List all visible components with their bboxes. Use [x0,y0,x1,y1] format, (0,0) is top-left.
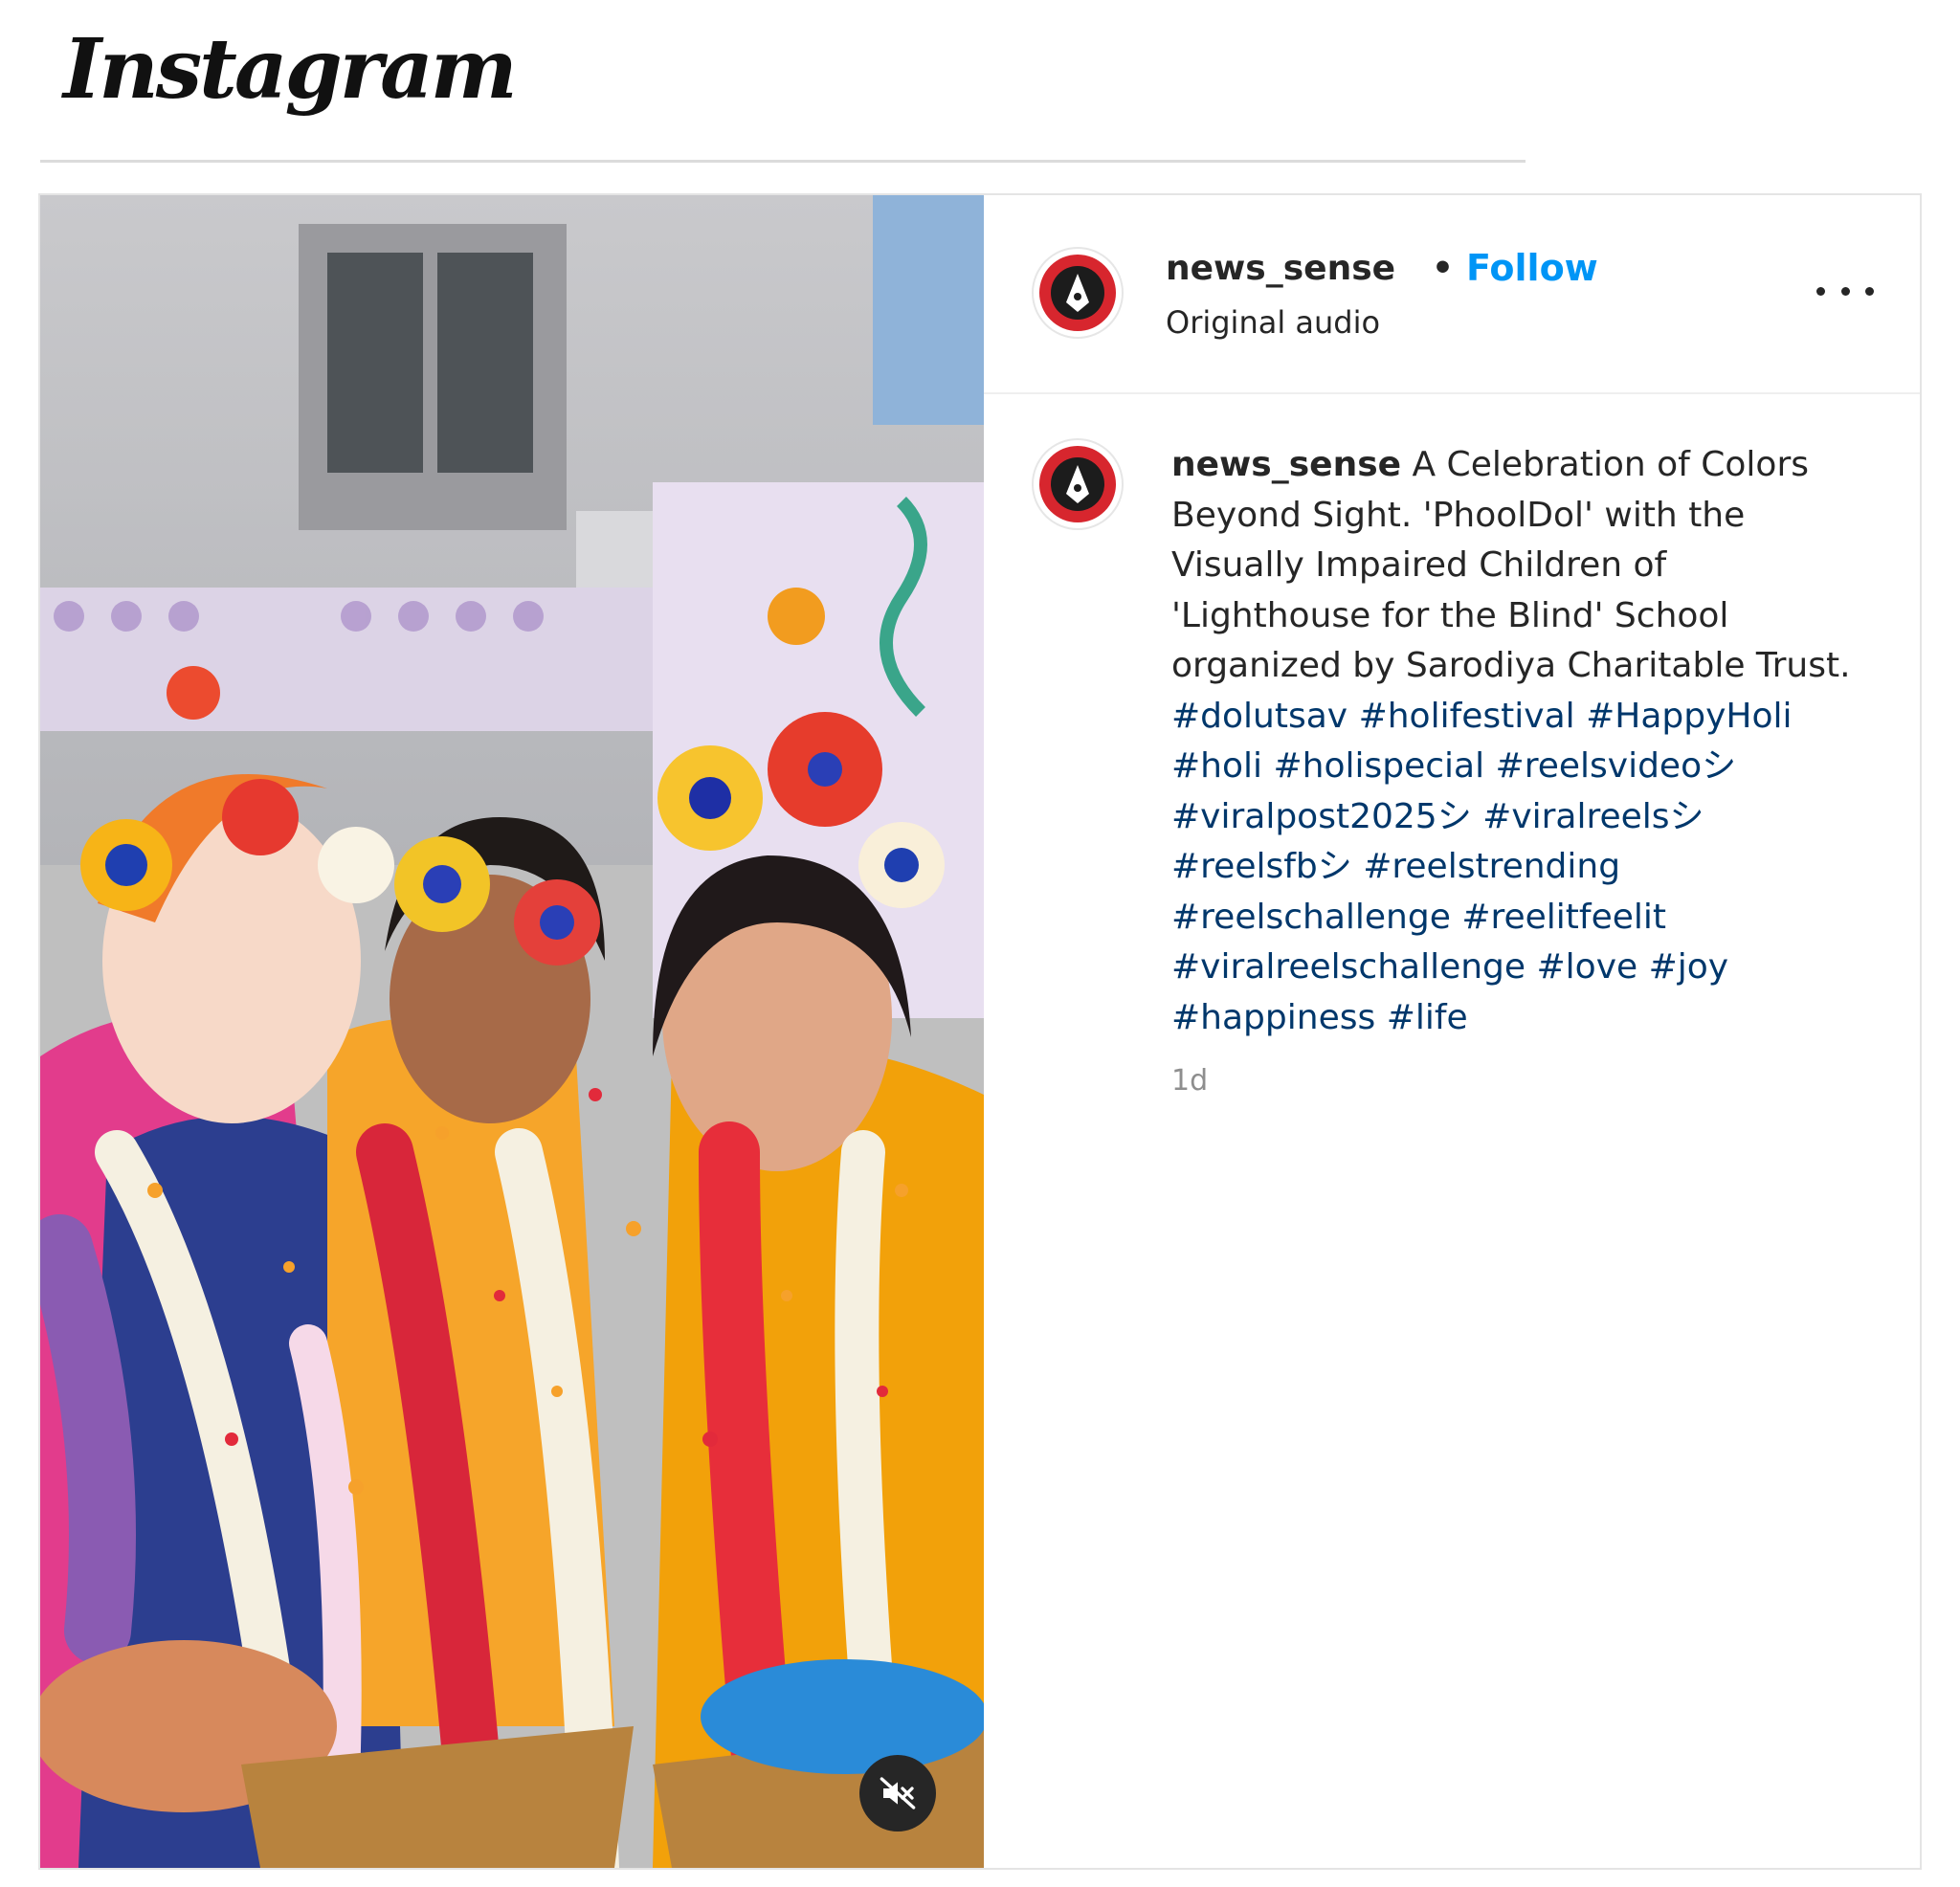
header-divider [40,160,1526,163]
mute-button[interactable] [859,1755,936,1832]
more-horizontal-icon [1816,286,1825,296]
more-horizontal-icon [1840,286,1850,296]
hashtag-link[interactable]: #viralreelsシ [1482,797,1704,836]
follow-button[interactable]: Follow [1466,247,1598,289]
hashtag-link[interactable]: #holifestival [1359,697,1575,736]
hashtag-link[interactable]: #life [1387,998,1468,1037]
post-header: news_sense • Follow Original audio [984,195,1920,394]
post-side-panel: news_sense • Follow Original audio news_… [984,195,1920,1868]
audio-link[interactable]: Original audio [1166,304,1380,341]
author-avatar[interactable] [1034,249,1122,337]
speaker-muted-icon [880,1777,916,1809]
hashtag-link[interactable]: #joy [1649,947,1729,987]
hashtag-link[interactable]: #reelstrending [1363,847,1620,886]
instagram-logo[interactable]: Instagram [63,21,518,118]
news-sense-logo-icon [1039,255,1116,331]
separator-dot: • [1432,249,1455,288]
hashtag-link[interactable]: #holi [1171,746,1262,786]
more-options-button[interactable] [1816,272,1874,310]
post-timestamp[interactable]: 1d [1171,1064,1208,1098]
hashtag-link[interactable]: #reelitfeelit [1461,898,1666,937]
post-media[interactable] [40,195,984,1868]
post-photo [40,195,984,1868]
hashtag-link[interactable]: #love [1537,947,1638,987]
news-sense-logo-icon [1039,446,1116,522]
hashtag-link[interactable]: #HappyHoli [1586,697,1792,736]
hashtag-list: #dolutsav #holifestival #HappyHoli #holi… [1171,697,1803,1037]
hashtag-link[interactable]: #viralpost2025シ [1171,797,1472,836]
post-card: news_sense • Follow Original audio news_… [38,193,1922,1870]
hashtag-link[interactable]: #happiness [1171,998,1375,1037]
post-caption: news_sense A Celebration of Colors Beyon… [1171,440,1860,1043]
hashtag-link[interactable]: #reelschallenge [1171,898,1451,937]
hashtag-link[interactable]: #reelsfbシ [1171,847,1352,886]
hashtag-link[interactable]: #holispecial [1273,746,1484,786]
more-horizontal-icon [1865,286,1874,296]
caption-author-avatar[interactable] [1034,440,1122,528]
caption-username[interactable]: news_sense [1171,445,1401,484]
author-username[interactable]: news_sense [1166,249,1395,288]
hashtag-link[interactable]: #viralreelschallenge [1171,947,1526,987]
hashtag-link[interactable]: #reelsvideoシ [1496,746,1737,786]
hashtag-link[interactable]: #dolutsav [1171,697,1348,736]
